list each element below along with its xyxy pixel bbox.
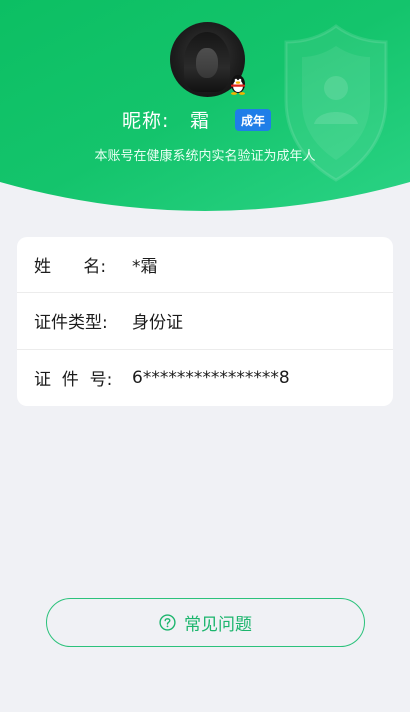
faq-label: 常见问题 [184,615,252,635]
adult-badge: 成年 [235,109,271,131]
qq-penguin-icon [231,75,245,95]
id-type-label: 证件类型: [34,313,108,334]
verification-note: 本账号在健康系统内实名验证为成年人 [94,149,316,164]
id-number-label: 证 件 号: [34,370,113,391]
profile-header: 昵称: 霜 成年 本账号在健康系统内实名验证为成年人 [0,0,410,212]
faq-button[interactable]: 常见问题 [46,598,365,647]
id-type-row: 证件类型: 身份证 [17,293,393,350]
name-row: 姓 名: *霜 [17,237,393,294]
question-circle-icon [159,614,176,631]
id-type-value: 身份证 [132,313,183,334]
id-number-row: 证 件 号: 6****************8 [17,350,393,406]
nickname-value: 霜 [190,110,210,132]
id-number-value: 6****************8 [132,367,290,388]
name-label: 姓 名: [34,257,107,278]
identity-info-card: 姓 名: *霜 证件类型: 身份证 证 件 号: 6**************… [17,237,393,406]
real-name-info-page: 昵称: 霜 成年 本账号在健康系统内实名验证为成年人 姓 名: *霜 证件类型:… [0,0,410,712]
name-value: *霜 [132,257,158,278]
nickname-label: 昵称: [122,110,170,132]
